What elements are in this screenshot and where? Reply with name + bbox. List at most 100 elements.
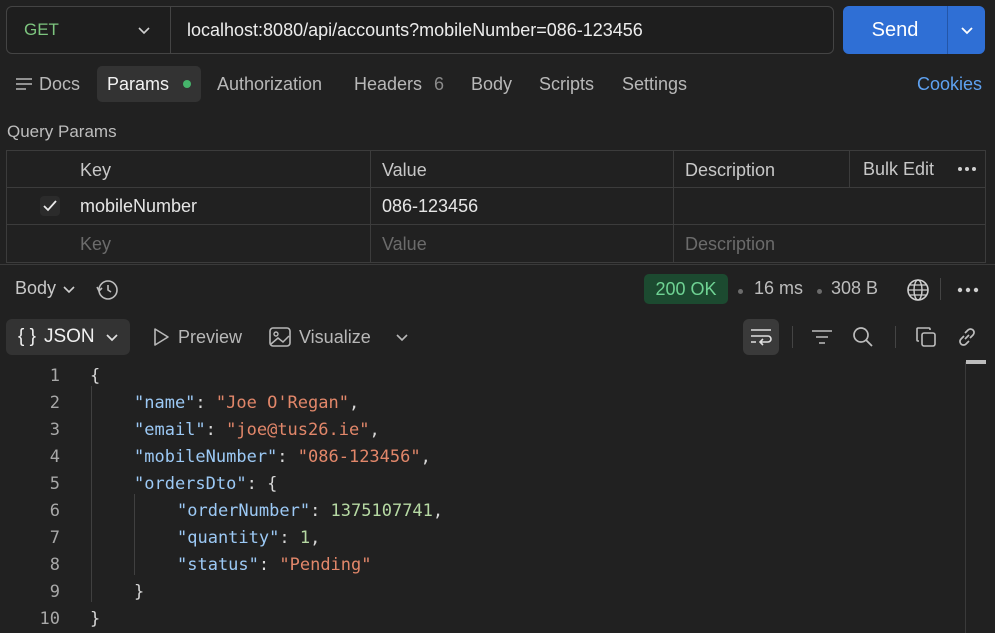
tab-body-label: Body bbox=[471, 73, 513, 94]
tab-scripts-label: Scripts bbox=[539, 73, 595, 94]
more-options-icon[interactable] bbox=[955, 280, 981, 300]
param-value-cell[interactable]: 086-123456 bbox=[382, 196, 478, 217]
globe-icon[interactable] bbox=[905, 277, 931, 303]
column-header-description: Description bbox=[685, 160, 776, 180]
method-select[interactable]: GET bbox=[7, 7, 171, 53]
response-code-view[interactable]: 1 2 3 4 5 6 7 8 9 10 { "name": "Joe O'Re… bbox=[0, 362, 965, 633]
code-line: "ordersDto": { bbox=[134, 474, 278, 494]
toolbar-separator bbox=[792, 326, 793, 348]
url-bar: GET localhost:8080/api/accounts?mobileNu… bbox=[6, 6, 834, 54]
tab-authorization-label: Authorization bbox=[217, 73, 323, 94]
pane-divider[interactable] bbox=[0, 264, 995, 265]
tab-settings[interactable]: Settings bbox=[622, 66, 687, 102]
json-number: 1375107741 bbox=[330, 501, 433, 521]
json-key: "name" bbox=[134, 393, 196, 413]
indent-guide bbox=[134, 494, 135, 575]
preview-button[interactable]: Preview bbox=[150, 319, 242, 355]
tab-settings-label: Settings bbox=[622, 73, 688, 94]
toolbar-separator bbox=[895, 326, 896, 348]
line-number: 3 bbox=[49, 420, 60, 440]
column-divider bbox=[370, 151, 371, 262]
response-time[interactable]: 16 ms bbox=[754, 278, 803, 299]
json-view-button[interactable]: { } JSON bbox=[6, 319, 130, 355]
request-tabs: Docs Params Authorization Headers 6 Body… bbox=[0, 66, 995, 102]
column-divider bbox=[849, 151, 850, 187]
link-icon[interactable] bbox=[955, 325, 979, 349]
tab-authorization[interactable]: Authorization bbox=[217, 66, 322, 102]
line-number: 6 bbox=[49, 501, 60, 521]
tab-scripts[interactable]: Scripts bbox=[539, 66, 594, 102]
bulk-edit-button[interactable]: Bulk Edit bbox=[863, 159, 934, 180]
code-line: "mobileNumber": "086-123456", bbox=[134, 447, 431, 467]
url-input[interactable]: localhost:8080/api/accounts?mobileNumber… bbox=[187, 7, 643, 53]
visualize-button[interactable]: Visualize bbox=[268, 319, 371, 355]
search-icon[interactable] bbox=[851, 325, 875, 349]
line-number: 5 bbox=[49, 474, 60, 494]
code-line: "quantity": 1, bbox=[177, 528, 321, 548]
filter-icon[interactable] bbox=[810, 325, 834, 349]
tab-headers[interactable]: Headers 6 bbox=[354, 66, 444, 102]
json-key: "email" bbox=[134, 420, 206, 440]
status-badge[interactable]: 200 OK bbox=[644, 274, 728, 304]
copy-icon[interactable] bbox=[914, 325, 938, 349]
line-number: 10 bbox=[39, 609, 60, 629]
code-line: "name": "Joe O'Regan", bbox=[134, 393, 360, 413]
tab-docs[interactable]: Docs bbox=[15, 66, 80, 102]
check-icon bbox=[43, 200, 57, 212]
chevron-down-icon[interactable] bbox=[393, 328, 411, 346]
new-description-input[interactable]: Description bbox=[685, 234, 775, 255]
params-active-dot bbox=[183, 80, 192, 88]
indent-guide bbox=[91, 386, 92, 602]
play-icon bbox=[154, 328, 169, 346]
separator-dot bbox=[738, 289, 743, 294]
line-number: 1 bbox=[49, 366, 60, 386]
image-icon bbox=[269, 327, 291, 347]
chevron-down-icon bbox=[138, 27, 150, 35]
code-line: "email": "joe@tus26.ie", bbox=[134, 420, 380, 440]
row-divider bbox=[7, 224, 985, 225]
code-line: "status": "Pending" bbox=[177, 555, 372, 575]
json-key: "orderNumber" bbox=[177, 501, 311, 521]
params-table: Key Value Description Bulk Edit mobileNu… bbox=[6, 150, 986, 263]
method-label: GET bbox=[24, 20, 59, 39]
new-value-input[interactable]: Value bbox=[382, 234, 427, 255]
line-number: 8 bbox=[49, 555, 60, 575]
json-key: "status" bbox=[177, 555, 259, 575]
response-size[interactable]: 308 B bbox=[831, 278, 878, 299]
tab-body[interactable]: Body bbox=[471, 66, 512, 102]
json-string: "Joe O'Regan" bbox=[215, 393, 349, 413]
more-options-icon[interactable] bbox=[955, 161, 979, 177]
response-body-dropdown[interactable]: Body bbox=[15, 278, 76, 299]
line-number: 7 bbox=[49, 528, 60, 548]
tab-params-label: Params bbox=[107, 73, 170, 94]
history-icon[interactable] bbox=[94, 277, 120, 303]
json-string: "Pending" bbox=[279, 555, 372, 575]
tab-docs-label: Docs bbox=[39, 73, 81, 94]
json-string: "086-123456" bbox=[297, 447, 421, 467]
param-enabled-checkbox[interactable] bbox=[40, 196, 60, 216]
send-options-button[interactable] bbox=[947, 6, 985, 54]
code-line: { bbox=[90, 366, 101, 386]
toolbar-separator bbox=[940, 278, 941, 300]
separator-dot bbox=[817, 289, 822, 294]
chevron-down-icon bbox=[960, 27, 973, 35]
cookies-link[interactable]: Cookies bbox=[917, 66, 982, 102]
param-key-cell[interactable]: mobileNumber bbox=[80, 196, 197, 217]
wrap-lines-button[interactable] bbox=[743, 319, 779, 355]
send-button[interactable]: Send bbox=[843, 6, 947, 54]
code-line: "orderNumber": 1375107741, bbox=[177, 501, 444, 521]
json-key: "ordersDto" bbox=[134, 474, 247, 494]
response-body-label: Body bbox=[15, 278, 57, 298]
scrollbar-thumb[interactable] bbox=[966, 360, 986, 364]
docs-icon bbox=[16, 78, 32, 90]
tab-params[interactable]: Params bbox=[97, 66, 202, 102]
json-key: "mobileNumber" bbox=[134, 447, 278, 467]
query-params-title: Query Params bbox=[7, 122, 117, 141]
line-number: 9 bbox=[49, 582, 60, 602]
tab-headers-label: Headers bbox=[354, 73, 423, 94]
new-key-input[interactable]: Key bbox=[80, 234, 111, 255]
scrollbar[interactable] bbox=[965, 362, 987, 633]
code-line: } bbox=[90, 609, 101, 629]
chevron-down-icon bbox=[63, 285, 75, 293]
column-header-value: Value bbox=[382, 160, 427, 180]
